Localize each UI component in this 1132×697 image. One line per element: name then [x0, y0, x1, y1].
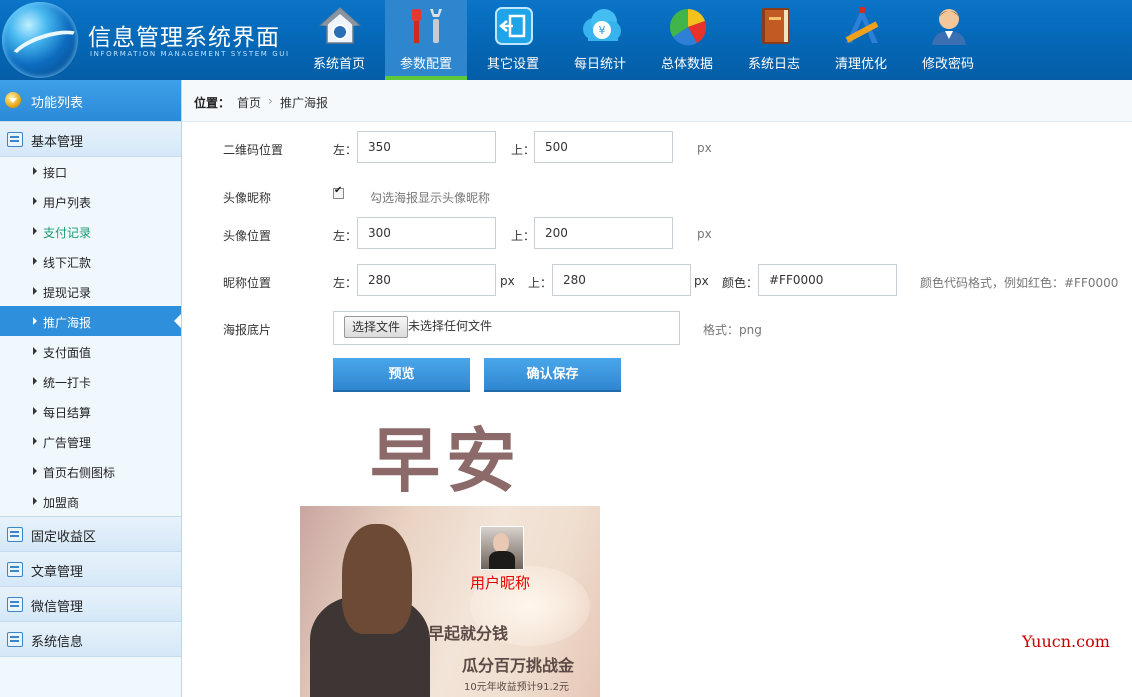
list-icon	[7, 132, 23, 147]
caret-right-icon	[33, 467, 37, 475]
sidebar: 功能列表 基本管理 接口 用户列表 支付记录 线下汇款 提现记录 推广海报 支付…	[0, 80, 182, 697]
message-icon	[7, 562, 23, 577]
nav-overall-data[interactable]: 总体数据	[646, 0, 728, 80]
poster-background-label: 海报底片	[223, 323, 272, 337]
book-icon	[762, 8, 789, 44]
poster-preview-image: 用户昵称 早起就分钱 瓜分百万挑战金 10元年收益预计91.2元	[300, 506, 600, 697]
qr-left-input[interactable]	[357, 131, 496, 163]
qr-top-input[interactable]	[534, 131, 673, 163]
ruler-icon	[845, 7, 879, 43]
poster-greeting: 早安	[370, 420, 522, 502]
caret-right-icon	[33, 197, 37, 205]
top-header: 信息管理系统界面 INFORMATION MANAGEMENT SYSTEM G…	[0, 0, 1132, 80]
nickname-top-input[interactable]	[552, 264, 691, 296]
pie-chart-icon	[669, 8, 707, 46]
message-icon	[7, 632, 23, 647]
sidebar-item-withdrawals[interactable]: 提现记录	[0, 276, 181, 306]
caret-right-icon	[33, 167, 37, 175]
nav-params[interactable]: 参数配置	[385, 0, 467, 80]
nav-daily-stats[interactable]: ¥ 每日统计	[559, 0, 641, 80]
tools-icon	[412, 9, 442, 43]
user-icon	[932, 9, 966, 45]
watermark: Yuucn.com	[1022, 632, 1110, 651]
nickname-position-label: 昵称位置	[223, 276, 272, 290]
poster-avatar	[480, 526, 524, 570]
sidebar-header[interactable]: 功能列表	[0, 80, 181, 121]
nav-cleanup[interactable]: 清理优化	[820, 0, 902, 80]
caret-right-icon	[33, 377, 37, 385]
nickname-color-input[interactable]	[758, 264, 897, 296]
exit-icon	[495, 7, 533, 45]
sidebar-item-api[interactable]: 接口	[0, 156, 181, 186]
avatar-nickname-checkbox[interactable]	[333, 185, 344, 199]
sidebar-item-franchise[interactable]: 加盟商	[0, 486, 181, 516]
caret-right-icon	[33, 347, 37, 355]
caret-right-icon	[33, 497, 37, 505]
sidebar-group-wechat[interactable]: 微信管理	[0, 586, 181, 622]
breadcrumb-home-link[interactable]: 首页	[237, 94, 261, 111]
caret-right-icon	[33, 407, 37, 415]
sidebar-item-settlement[interactable]: 每日结算	[0, 396, 181, 426]
caret-right-icon	[33, 257, 37, 265]
message-icon	[7, 597, 23, 612]
caret-right-icon	[33, 437, 37, 445]
avatar-top-input[interactable]	[534, 217, 673, 249]
svg-text:¥: ¥	[599, 24, 606, 37]
caret-right-icon	[33, 317, 37, 325]
sidebar-group-articles[interactable]: 文章管理	[0, 551, 181, 587]
qr-position-label: 二维码位置	[223, 143, 284, 157]
choose-file-button[interactable]: 选择文件	[344, 316, 408, 338]
poster-slogan-3: 10元年收益预计91.2元	[464, 682, 569, 693]
breadcrumb-current: 推广海报	[280, 96, 329, 110]
avatar-nickname-label: 头像昵称	[223, 191, 272, 205]
poster-nickname: 用户昵称	[470, 574, 531, 592]
poster-slogan-1: 早起就分钱	[428, 624, 509, 643]
sidebar-item-payments[interactable]: 支付记录	[0, 216, 181, 246]
message-icon	[7, 527, 23, 542]
nickname-left-input[interactable]	[357, 264, 496, 296]
sidebar-item-home-icons[interactable]: 首页右侧图标	[0, 456, 181, 486]
sidebar-item-offline-remit[interactable]: 线下汇款	[0, 246, 181, 276]
sidebar-item-checkin[interactable]: 统一打卡	[0, 366, 181, 396]
chevron-down-icon	[5, 92, 21, 108]
money-cloud-icon: ¥	[583, 9, 621, 41]
app-title: 信息管理系统界面	[88, 25, 280, 51]
avatar-position-label: 头像位置	[223, 229, 272, 243]
sidebar-item-ads[interactable]: 广告管理	[0, 426, 181, 456]
preview-button[interactable]: 预览	[333, 358, 470, 392]
poster-person-hair	[342, 524, 412, 634]
breadcrumb: 位置： 首页 › 推广海报	[182, 80, 1132, 122]
caret-right-icon	[33, 227, 37, 235]
sidebar-item-face-value[interactable]: 支付面值	[0, 336, 181, 366]
nav-home[interactable]: 系统首页	[298, 0, 380, 80]
nav-system-log[interactable]: 系统日志	[733, 0, 815, 80]
nav-other-settings[interactable]: 其它设置	[472, 0, 554, 80]
save-button[interactable]: 确认保存	[484, 358, 621, 392]
poster-slogan-2: 瓜分百万挑战金	[462, 656, 575, 675]
caret-right-icon	[33, 287, 37, 295]
nav-change-password[interactable]: 修改密码	[907, 0, 989, 80]
sidebar-item-users[interactable]: 用户列表	[0, 186, 181, 216]
sidebar-group-basic[interactable]: 基本管理	[0, 121, 181, 157]
app-subtitle: INFORMATION MANAGEMENT SYSTEM GUI	[90, 50, 290, 58]
home-icon	[319, 6, 361, 44]
sidebar-group-fixed-income[interactable]: 固定收益区	[0, 516, 181, 552]
sidebar-item-poster[interactable]: 推广海报	[0, 306, 181, 336]
avatar-left-input[interactable]	[357, 217, 496, 249]
file-status-text: 未选择任何文件	[408, 319, 493, 333]
sidebar-group-system-info[interactable]: 系统信息	[0, 621, 181, 657]
